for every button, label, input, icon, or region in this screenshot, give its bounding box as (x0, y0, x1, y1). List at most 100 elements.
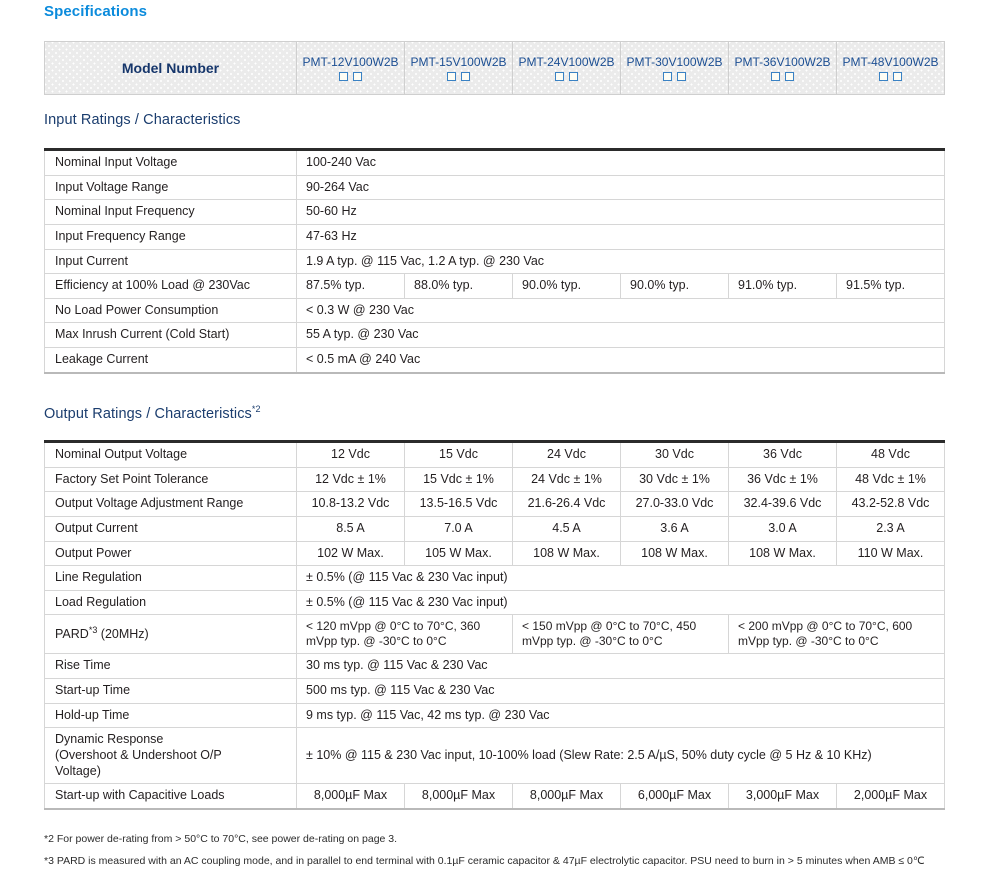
row-label: Output Power (44, 540, 297, 567)
row-label: No Load Power Consumption (44, 297, 297, 324)
checkbox-icon[interactable] (663, 72, 672, 81)
table-row: Output Voltage Adjustment Range 10.8-13.… (44, 491, 945, 517)
row-value-0: 10.8-13.2 Vdc (296, 491, 405, 517)
checkbox-icon[interactable] (339, 72, 348, 81)
table-row: Dynamic Response (Overshoot & Undershoot… (44, 727, 945, 785)
row-value: ± 0.5% (@ 115 Vac & 230 Vac input) (296, 565, 945, 591)
row-value-3: 3.6 A (620, 515, 729, 542)
model-cell-0: PMT-12V100W2B (296, 41, 405, 95)
row-value: 90-264 Vac (296, 174, 945, 201)
row-value-5: 43.2-52.8 Vdc (836, 491, 945, 517)
row-value-0: 8,000µF Max (296, 783, 405, 810)
model-cell-4: PMT-36V100W2B (728, 41, 837, 95)
checkbox-icon[interactable] (569, 72, 578, 81)
row-value-4: 36 Vdc (728, 440, 837, 468)
table-row: No Load Power Consumption < 0.3 W @ 230 … (44, 297, 945, 324)
row-value-5: 48 Vdc (836, 440, 945, 468)
model-checkbox-group-5 (838, 72, 943, 81)
row-value-0: 8.5 A (296, 515, 405, 542)
row-value-pair-2: < 200 mVpp @ 0°C to 70°C, 600 mVpp typ. … (728, 614, 945, 655)
row-value: < 0.3 W @ 230 Vac (296, 297, 945, 324)
row-value-4: 3,000µF Max (728, 783, 837, 810)
table-row: Start-up Time 500 ms typ. @ 115 Vac & 23… (44, 678, 945, 704)
row-value-2: 21.6-26.4 Vdc (512, 491, 621, 517)
row-value: 55 A typ. @ 230 Vac (296, 322, 945, 348)
checkbox-icon[interactable] (353, 72, 362, 81)
row-value-1: 105 W Max. (404, 540, 513, 567)
model-number-table: Model Number PMT-12V100W2B PMT-15V100W2B (44, 41, 945, 95)
model-number-header: Model Number PMT-12V100W2B PMT-15V100W2B (44, 41, 945, 95)
table-row: Leakage Current < 0.5 mA @ 240 Vac (44, 346, 945, 374)
row-label: Start-up with Capacitive Loads (44, 783, 297, 810)
checkbox-icon[interactable] (461, 72, 470, 81)
row-label: Line Regulation (44, 565, 297, 591)
row-label: Rise Time (44, 653, 297, 679)
checkbox-icon[interactable] (771, 72, 780, 81)
model-name-5: PMT-48V100W2B (842, 55, 939, 69)
row-label: Hold-up Time (44, 702, 297, 729)
row-value-4: 32.4-39.6 Vdc (728, 491, 837, 517)
output-section-title-superscript: *2 (251, 404, 261, 415)
row-value-5: 91.5% typ. (836, 273, 945, 299)
table-row: Nominal Output Voltage 12 Vdc 15 Vdc 24 … (44, 440, 945, 468)
model-name-0: PMT-12V100W2B (302, 55, 399, 69)
row-value-2: 24 Vdc ± 1% (512, 466, 621, 493)
row-value: 47-63 Hz (296, 223, 945, 250)
pard-label-base: PARD (55, 626, 89, 641)
row-value-2: 24 Vdc (512, 440, 621, 468)
row-label-dynamic: Dynamic Response (Overshoot & Undershoot… (44, 727, 297, 785)
dynamic-label-line-2: Voltage) (55, 763, 101, 778)
row-value-pair-1: < 150 mVpp @ 0°C to 70°C, 450 mVpp typ. … (512, 614, 729, 655)
footnote-2: *2 For power de-rating from > 50°C to 70… (44, 833, 398, 845)
row-value-1: 13.5-16.5 Vdc (404, 491, 513, 517)
row-value-4: 3.0 A (728, 515, 837, 542)
row-label: Input Current (44, 248, 297, 275)
output-section-title-text: Output Ratings / Characteristics (44, 406, 252, 422)
checkbox-icon[interactable] (785, 72, 794, 81)
model-name-2: PMT-24V100W2B (518, 55, 615, 69)
row-value-3: 27.0-33.0 Vdc (620, 491, 729, 517)
row-value-pair-0: < 120 mVpp @ 0°C to 70°C, 360 mVpp typ. … (296, 614, 513, 655)
row-value: 500 ms typ. @ 115 Vac & 230 Vac (296, 678, 945, 704)
table-row: Input Voltage Range 90-264 Vac (44, 174, 945, 201)
table-row: PARD*3 (20MHz) < 120 mVpp @ 0°C to 70°C,… (44, 614, 945, 655)
row-label: Start-up Time (44, 678, 297, 704)
row-value-1: 7.0 A (404, 515, 513, 542)
row-label: Leakage Current (44, 346, 297, 374)
table-row: Output Power 102 W Max. 105 W Max. 108 W… (44, 540, 945, 567)
model-checkbox-group-4 (730, 72, 835, 81)
model-checkbox-group-0 (298, 72, 403, 81)
row-value: 9 ms typ. @ 115 Vac, 42 ms typ. @ 230 Va… (296, 702, 945, 729)
dynamic-label-line-1: (Overshoot & Undershoot O/P (55, 747, 222, 762)
checkbox-icon[interactable] (893, 72, 902, 81)
checkbox-icon[interactable] (447, 72, 456, 81)
checkbox-icon[interactable] (677, 72, 686, 81)
row-value: ± 10% @ 115 & 230 Vac input, 10-100% loa… (296, 727, 945, 785)
row-value-3: 30 Vdc ± 1% (620, 466, 729, 493)
row-value: < 0.5 mA @ 240 Vac (296, 346, 945, 374)
checkbox-icon[interactable] (555, 72, 564, 81)
model-header-row: Model Number PMT-12V100W2B PMT-15V100W2B (44, 41, 945, 95)
row-value-1: 15 Vdc ± 1% (404, 466, 513, 493)
table-row: Hold-up Time 9 ms typ. @ 115 Vac, 42 ms … (44, 702, 945, 729)
row-value-2: 108 W Max. (512, 540, 621, 567)
footnotes: *2 For power de-rating from > 50°C to 70… (44, 832, 964, 876)
table-row: Input Current 1.9 A typ. @ 115 Vac, 1.2 … (44, 248, 945, 275)
row-value-0: 102 W Max. (296, 540, 405, 567)
table-row: Rise Time 30 ms typ. @ 115 Vac & 230 Vac (44, 653, 945, 679)
model-name-1: PMT-15V100W2B (410, 55, 507, 69)
table-row: Efficiency at 100% Load @ 230Vac 87.5% t… (44, 273, 945, 299)
checkbox-icon[interactable] (879, 72, 888, 81)
row-value: 1.9 A typ. @ 115 Vac, 1.2 A typ. @ 230 V… (296, 248, 945, 275)
model-checkbox-group-2 (514, 72, 619, 81)
model-name-4: PMT-36V100W2B (734, 55, 831, 69)
row-value-0: 12 Vdc (296, 440, 405, 468)
row-label: Factory Set Point Tolerance (44, 466, 297, 493)
model-cell-2: PMT-24V100W2B (512, 41, 621, 95)
model-checkbox-group-1 (406, 72, 511, 81)
row-label: Nominal Input Frequency (44, 199, 297, 225)
output-ratings-table: Nominal Output Voltage 12 Vdc 15 Vdc 24 … (44, 440, 945, 810)
table-row: Load Regulation ± 0.5% (@ 115 Vac & 230 … (44, 589, 945, 616)
table-row: Start-up with Capacitive Loads 8,000µF M… (44, 783, 945, 810)
model-cell-5: PMT-48V100W2B (836, 41, 945, 95)
